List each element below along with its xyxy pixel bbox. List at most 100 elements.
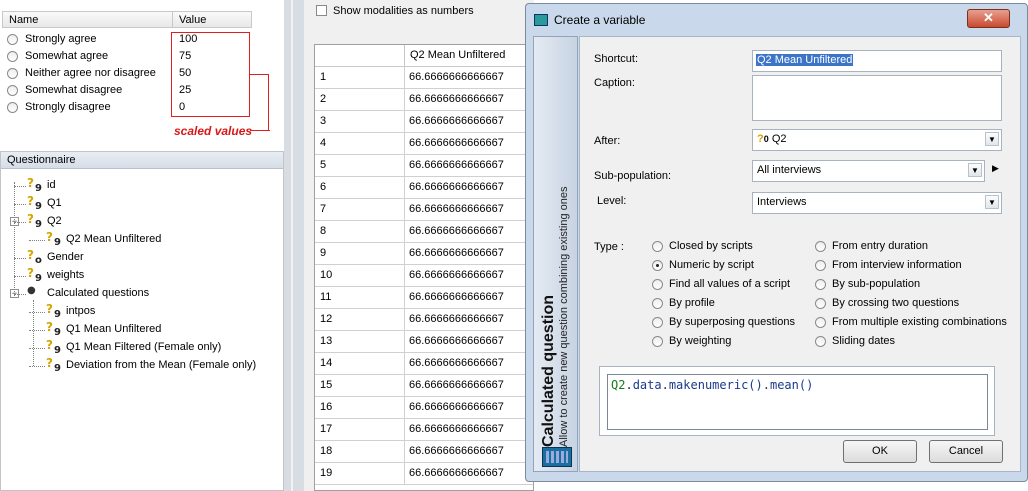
side-title: Calculated question: [540, 294, 557, 447]
question-numeric-icon: ? 9: [27, 266, 42, 284]
type-option[interactable]: From entry duration: [815, 240, 928, 254]
type-option[interactable]: By crossing two questions: [815, 297, 959, 311]
cell-value: 66.6666666666667: [409, 423, 504, 435]
ok-button[interactable]: OK: [843, 440, 917, 463]
column-header-name[interactable]: Name: [2, 11, 173, 28]
radio-button[interactable]: [815, 317, 826, 328]
table-row[interactable]: 9 66.6666666666667: [315, 243, 533, 265]
tree-connector: [29, 330, 45, 331]
caption-input[interactable]: [752, 75, 1002, 121]
tree-item[interactable]: ? 9 Q1: [1, 194, 285, 213]
radio-button[interactable]: [652, 260, 663, 271]
modality-radio[interactable]: [7, 68, 18, 79]
table-row[interactable]: 18 66.6666666666667: [315, 441, 533, 463]
type-option[interactable]: From multiple existing combinations: [815, 316, 1007, 330]
table-row[interactable]: 3 66.6666666666667: [315, 111, 533, 133]
column-header-value[interactable]: Value: [172, 11, 252, 28]
radio-button[interactable]: [815, 260, 826, 271]
modality-value[interactable]: 50: [179, 67, 191, 79]
radio-button[interactable]: [652, 317, 663, 328]
type-option[interactable]: Sliding dates: [815, 335, 895, 349]
tree-item[interactable]: ● Calculated questions −: [1, 285, 285, 303]
table-row[interactable]: 17 66.6666666666667: [315, 419, 533, 441]
after-value: Q2: [771, 133, 787, 145]
table-row[interactable]: 7 66.6666666666667: [315, 199, 533, 221]
modality-radio[interactable]: [7, 34, 18, 45]
type-option[interactable]: Numeric by script: [652, 259, 754, 273]
tree-item[interactable]: ? o Gender: [1, 248, 285, 267]
tree-item-label: Q2 Mean Unfiltered: [66, 233, 162, 245]
type-option[interactable]: By sub-population: [815, 278, 920, 292]
table-row[interactable]: 13 66.6666666666667: [315, 331, 533, 353]
tree-item[interactable]: ? 9 Q2 Mean Unfiltered: [1, 230, 285, 249]
radio-button[interactable]: [815, 336, 826, 347]
column-header-q2-mean[interactable]: Q2 Mean Unfiltered: [405, 45, 533, 67]
table-row[interactable]: 6 66.6666666666667: [315, 177, 533, 199]
modality-value[interactable]: 75: [179, 50, 191, 62]
table-row[interactable]: 10 66.6666666666667: [315, 265, 533, 287]
radio-button[interactable]: [652, 241, 663, 252]
type-option[interactable]: By weighting: [652, 335, 731, 349]
show-numbers-checkbox[interactable]: [316, 5, 327, 16]
type-option[interactable]: By profile: [652, 297, 715, 311]
tree-item[interactable]: ? 9 id: [1, 176, 285, 195]
table-row[interactable]: 19 66.6666666666667: [315, 463, 533, 485]
panel-splitter[interactable]: [284, 0, 304, 491]
table-row[interactable]: 11 66.6666666666667: [315, 287, 533, 309]
type-option[interactable]: Find all values of a script: [652, 278, 790, 292]
table-row[interactable]: 16 66.6666666666667: [315, 397, 533, 419]
modality-radio[interactable]: [7, 85, 18, 96]
radio-button[interactable]: [815, 279, 826, 290]
modality-name: Somewhat disagree: [25, 84, 123, 96]
modality-radio[interactable]: [7, 51, 18, 62]
tree-item[interactable]: ? 9 Q2−: [1, 212, 285, 231]
table-row[interactable]: 5 66.6666666666667: [315, 155, 533, 177]
modality-value[interactable]: 25: [179, 84, 191, 96]
side-subtitle: Allow to create new question combining e…: [558, 186, 570, 447]
type-option[interactable]: From interview information: [815, 259, 962, 273]
table-row[interactable]: 4 66.6666666666667: [315, 133, 533, 155]
table-row[interactable]: 14 66.6666666666667: [315, 353, 533, 375]
question-numeric-icon: ? 9: [46, 320, 61, 338]
cell-value: 66.6666666666667: [409, 467, 504, 479]
cancel-button[interactable]: Cancel: [929, 440, 1003, 463]
question-numeric-icon: ? 9: [46, 356, 61, 374]
radio-button[interactable]: [815, 298, 826, 309]
type-option-label: From entry duration: [832, 240, 928, 252]
after-select[interactable]: ?0 Q2 ▼: [752, 129, 1002, 151]
radio-button[interactable]: [652, 279, 663, 290]
script-editor[interactable]: Q2.data.makenumeric().mean(): [607, 374, 988, 430]
type-option[interactable]: Closed by scripts: [652, 240, 753, 254]
level-select[interactable]: Interviews ▼: [752, 192, 1002, 214]
table-row[interactable]: 12 66.6666666666667: [315, 309, 533, 331]
tree-item[interactable]: ? 9 Q1 Mean Filtered (Female only): [1, 338, 285, 357]
table-row[interactable]: 8 66.6666666666667: [315, 221, 533, 243]
close-button[interactable]: ✕: [967, 9, 1010, 28]
tree-item[interactable]: ? 9 intpos: [1, 302, 285, 321]
radio-button[interactable]: [652, 298, 663, 309]
annotation-bracket: [250, 74, 269, 131]
modality-value[interactable]: 100: [179, 33, 197, 45]
modality-radio[interactable]: [7, 102, 18, 113]
row-number: 19: [315, 463, 405, 485]
radio-button[interactable]: [815, 241, 826, 252]
table-row[interactable]: 15 66.6666666666667: [315, 375, 533, 397]
chevron-right-icon[interactable]: ▶: [992, 163, 999, 174]
radio-button[interactable]: [652, 336, 663, 347]
type-label: Type :: [594, 241, 624, 253]
chevron-down-icon: ▼: [985, 195, 999, 209]
tree-item[interactable]: ? 9 Q1 Mean Unfiltered: [1, 320, 285, 339]
type-option-label: By sub-population: [832, 278, 921, 290]
tree-connector: [14, 186, 26, 187]
modality-value[interactable]: 0: [179, 101, 185, 113]
subpop-select[interactable]: All interviews ▼: [752, 160, 985, 182]
table-row[interactable]: 2 66.6666666666667: [315, 89, 533, 111]
tree-item[interactable]: ? 9 weights: [1, 266, 285, 285]
type-option-label: Sliding dates: [832, 335, 895, 347]
tree-item[interactable]: ? 9 Deviation from the Mean (Female only): [1, 356, 285, 375]
table-row[interactable]: 1 66.6666666666667: [315, 67, 533, 89]
type-option[interactable]: By superposing questions: [652, 316, 795, 330]
questionnaire-title: Questionnaire: [1, 152, 283, 169]
tree-item-label: Calculated questions: [47, 287, 150, 299]
shortcut-input[interactable]: Q2 Mean Unfiltered: [752, 50, 1002, 72]
